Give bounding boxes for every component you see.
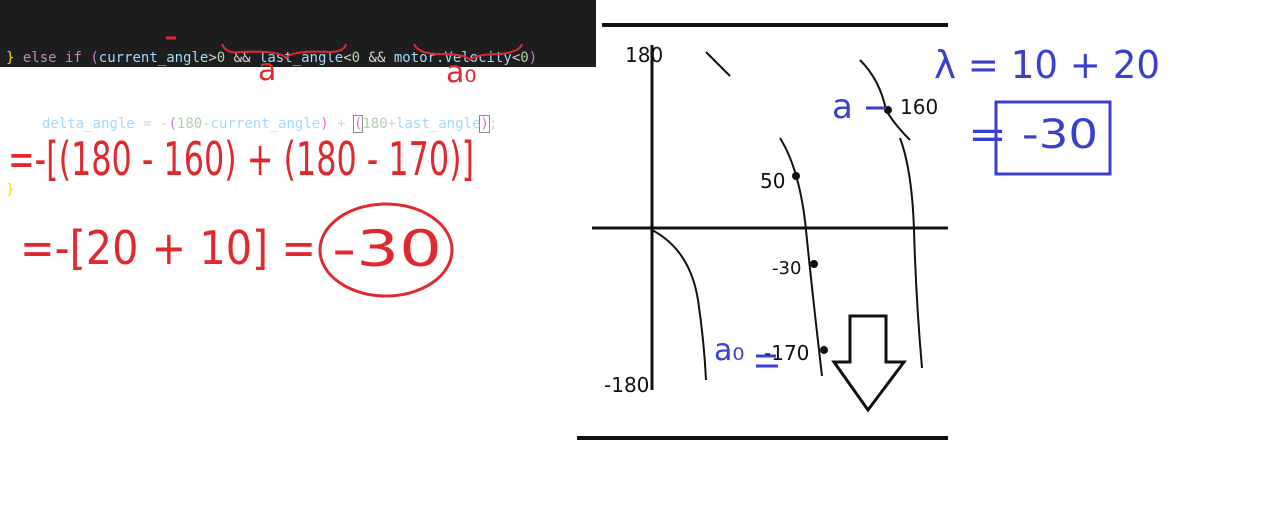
label-a-under-current: a xyxy=(258,53,276,88)
y-label-bottom: -180 xyxy=(604,373,649,397)
sketch-canvas: a a₀ =-[(180 - 160) + (180 - 170)] =-[20… xyxy=(8,23,1160,440)
y-label-top: 180 xyxy=(625,43,663,67)
delta-result: = -30 xyxy=(968,112,1098,158)
delta-equation: λ = 10 + 20 xyxy=(934,43,1160,87)
red-math: =-[(180 - 160) + (180 - 170)] =-[20 + 10… xyxy=(8,132,474,298)
math-line-1: =-[(180 - 160) + (180 - 170)] xyxy=(8,132,474,186)
curve-left-tick xyxy=(705,51,731,77)
curve-origin xyxy=(651,229,707,381)
red-underbrace-current xyxy=(221,43,347,60)
red-code-annotations: a a₀ xyxy=(166,36,523,90)
point-m30 xyxy=(810,260,818,268)
down-arrow-icon xyxy=(831,314,907,413)
label-m30: -30 xyxy=(772,258,801,279)
angle-graph: 180 -180 160 50 -30 -170 xyxy=(577,23,948,440)
label-m170: -170 xyxy=(764,341,809,365)
label-160: 160 xyxy=(900,95,938,119)
graph-label-a0: a₀ xyxy=(714,333,744,368)
curve-right xyxy=(899,137,923,369)
math-result: -30 xyxy=(332,220,442,278)
blue-annotations: a a₀ λ = 10 + 20 = -30 xyxy=(714,43,1160,368)
graph-label-a: a xyxy=(832,87,853,127)
label-50: 50 xyxy=(760,169,785,193)
math-line-2: =-[20 + 10] = xyxy=(20,221,316,275)
point-50 xyxy=(792,172,800,180)
label-a0-under-last: a₀ xyxy=(446,55,476,90)
point-m170 xyxy=(820,346,828,354)
